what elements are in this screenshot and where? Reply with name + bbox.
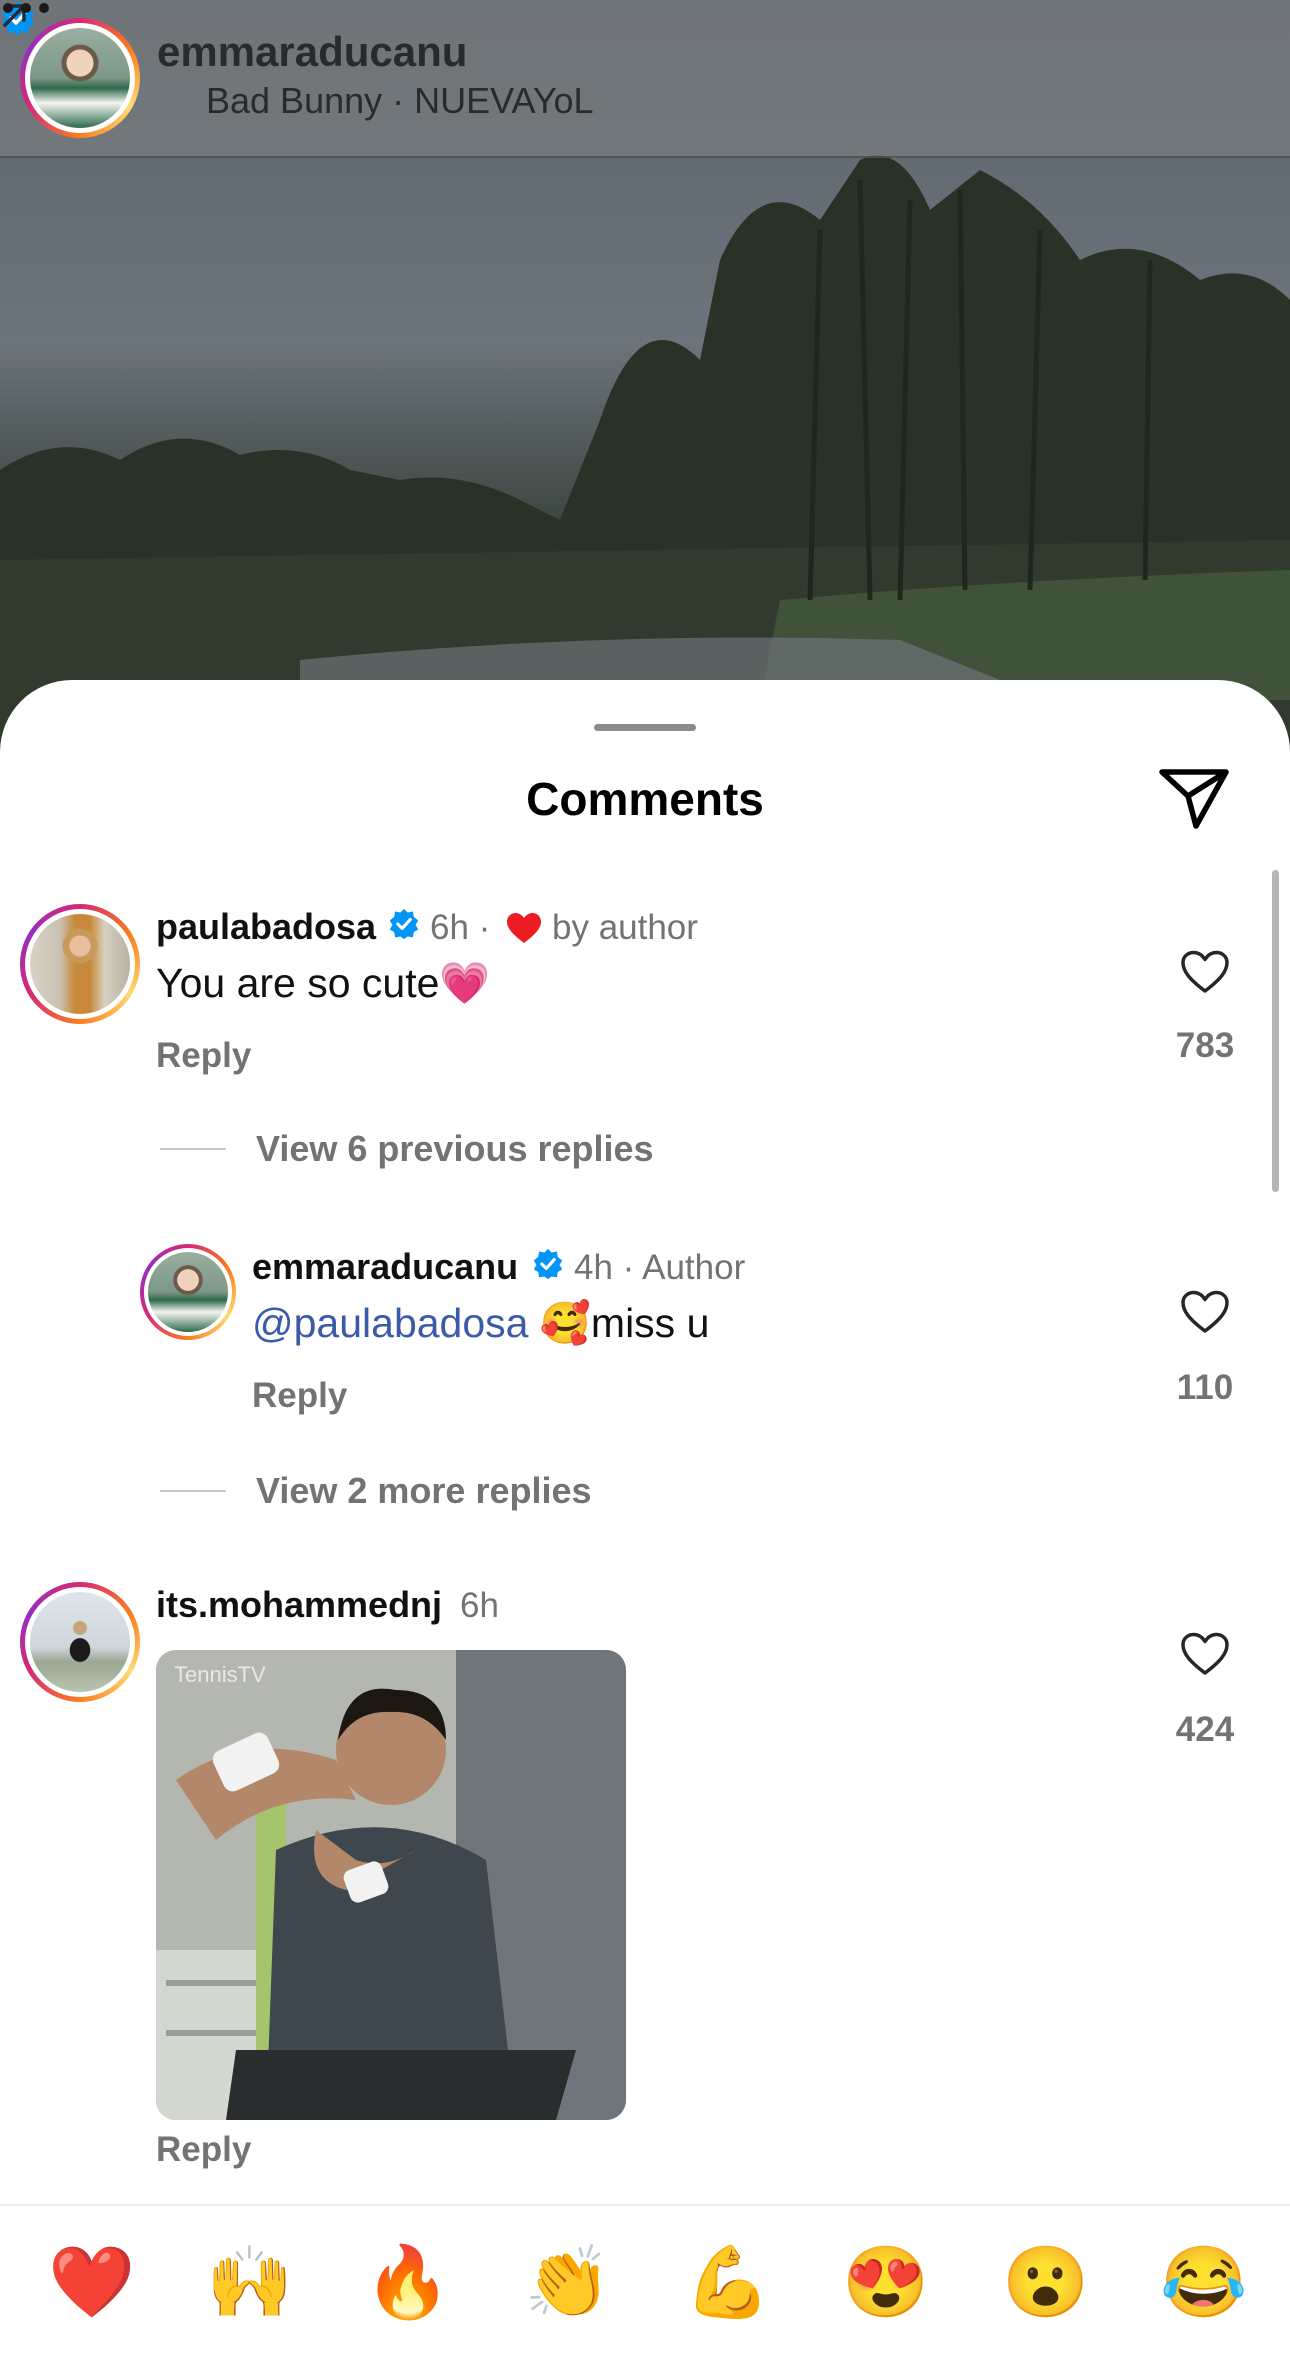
commenter-avatar[interactable] xyxy=(20,1582,140,1702)
more-options-icon[interactable] xyxy=(0,0,52,16)
emoji-heart-eyes[interactable]: 😍 xyxy=(842,2242,929,2322)
post-media: emmaraducanu Bad Bunny · NUEVAYoL xyxy=(0,0,1290,760)
comment-text-body: miss u xyxy=(590,1300,710,1346)
verified-badge-icon xyxy=(533,1248,563,1280)
scrollbar[interactable] xyxy=(1272,870,1279,1192)
comment-text: @paulabadosa 🥰miss u xyxy=(252,1300,709,1348)
sheet-title: Comments xyxy=(526,773,764,825)
view-more-replies-link[interactable]: View 2 more replies xyxy=(256,1470,592,1512)
like-count: 783 xyxy=(1175,1026,1235,1065)
reply-button[interactable]: Reply xyxy=(252,1376,347,1416)
smiling-hearts-emoji: 🥰 xyxy=(539,1300,591,1346)
author-avatar[interactable] xyxy=(20,18,140,138)
author-username[interactable]: emmaraducanu xyxy=(157,28,467,76)
comment-gif[interactable]: TennisTV xyxy=(156,1650,626,2120)
like-heart-icon[interactable] xyxy=(1180,950,1230,994)
quick-emoji-bar: ❤️ 🙌 🔥 👏 💪 😍 😮 😂 xyxy=(0,2206,1290,2356)
comment-time: 6h · xyxy=(430,908,491,947)
comment-text: You are so cute💗 xyxy=(156,960,490,1008)
thread-line xyxy=(160,1490,226,1492)
author-liked-heart-icon xyxy=(507,913,541,943)
gif-watermark: TennisTV xyxy=(174,1662,266,1687)
like-count: 110 xyxy=(1176,1368,1234,1407)
comments-sheet: Comments paulabadosa 6h · by author You … xyxy=(0,680,1290,2356)
like-heart-icon[interactable] xyxy=(1180,1632,1230,1676)
sheet-grabber[interactable] xyxy=(594,724,696,731)
like-count: 424 xyxy=(1175,1710,1235,1749)
pink-heart-emoji: 💗 xyxy=(439,960,491,1006)
comment-username[interactable]: its.mohammednj xyxy=(156,1584,442,1626)
gif-image xyxy=(156,1650,626,2120)
emoji-red-heart[interactable]: ❤️ xyxy=(48,2242,135,2322)
emoji-clapping-hands[interactable]: 👏 xyxy=(524,2242,611,2322)
share-send-icon[interactable] xyxy=(1158,766,1230,830)
like-heart-icon[interactable] xyxy=(1180,1290,1230,1334)
reply-button[interactable]: Reply xyxy=(156,1036,251,1076)
commenter-avatar[interactable] xyxy=(140,1244,236,1340)
reply-button[interactable]: Reply xyxy=(156,2130,251,2170)
emoji-flexed-biceps[interactable]: 💪 xyxy=(684,2242,771,2322)
comment-time: 6h xyxy=(460,1586,499,1625)
emoji-open-mouth[interactable]: 😮 xyxy=(1002,2242,1089,2322)
emoji-tears-of-joy[interactable]: 😂 xyxy=(1160,2242,1247,2322)
comment-time: 4h · Author xyxy=(574,1248,746,1287)
liked-by-author-label: by author xyxy=(552,908,698,947)
comment-username[interactable]: emmaraducanu xyxy=(252,1246,518,1288)
thread-line xyxy=(160,1148,226,1150)
emoji-fire[interactable]: 🔥 xyxy=(364,2242,451,2322)
verified-badge-icon xyxy=(389,908,419,940)
view-previous-replies-link[interactable]: View 6 previous replies xyxy=(256,1128,654,1170)
mention-link[interactable]: @paulabadosa xyxy=(252,1300,528,1346)
commenter-avatar[interactable] xyxy=(20,904,140,1024)
emoji-raising-hands[interactable]: 🙌 xyxy=(206,2242,293,2322)
post-header: emmaraducanu Bad Bunny · NUEVAYoL xyxy=(0,0,1290,158)
comment-username[interactable]: paulabadosa xyxy=(156,906,376,948)
comment-text-body: You are so cute xyxy=(156,960,440,1006)
music-label[interactable]: Bad Bunny · NUEVAYoL xyxy=(206,80,594,122)
